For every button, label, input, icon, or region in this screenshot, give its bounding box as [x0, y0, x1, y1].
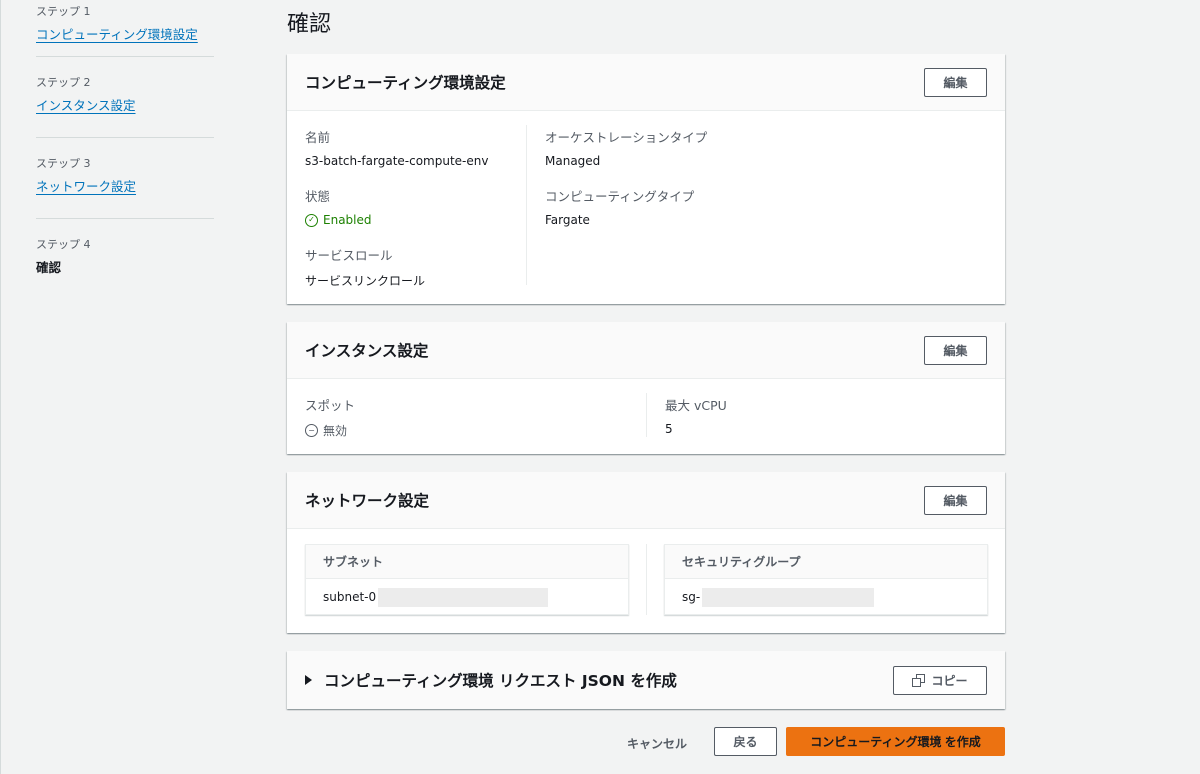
subnet-table: サブネット subnet-0	[305, 544, 629, 615]
create-compute-env-button[interactable]: コンピューティング環境 を作成	[786, 727, 1005, 756]
caret-right-icon[interactable]	[305, 675, 312, 685]
column-divider	[646, 544, 647, 615]
compute-type-value: Fargate	[545, 213, 590, 227]
card-title: ネットワーク設定	[305, 492, 430, 510]
wizard-step-4: ステップ 4 確認	[36, 233, 214, 288]
step-number: ステップ 3	[36, 157, 91, 170]
max-vcpu-field: 最大 vCPU 5	[665, 395, 727, 436]
security-group-table: セキュリティグループ sg-	[664, 544, 988, 615]
max-vcpu-label: 最大 vCPU	[665, 398, 727, 413]
redacted-block	[378, 587, 549, 607]
spot-value: − 無効	[305, 422, 347, 439]
copy-label: コピー	[931, 673, 968, 688]
copy-button[interactable]: コピー	[893, 665, 987, 695]
name-value: s3-batch-fargate-compute-env	[305, 154, 489, 168]
wizard-step-3: ステップ 3 ネットワーク設定	[36, 152, 214, 219]
card-body: スポット − 無効 最大 vCPU 5	[287, 379, 1005, 453]
instance-card: インスタンス設定 編集 スポット − 無効 最大 vCPU 5	[287, 322, 1005, 454]
card-title: コンピューティング環境設定	[305, 74, 506, 92]
request-json-section: コンピューティング環境 リクエスト JSON を作成 コピー	[287, 651, 1005, 709]
spot-label: スポット	[305, 398, 356, 413]
service-role-value: サービスリンクロール	[305, 274, 426, 288]
expandable-header[interactable]: コンピューティング環境 リクエスト JSON を作成 コピー	[287, 651, 1005, 709]
service-role-label: サービスロール	[305, 248, 393, 263]
name-field: 名前 s3-batch-fargate-compute-env	[305, 127, 488, 168]
max-vcpu-value: 5	[665, 422, 673, 436]
compute-env-card: コンピューティング環境設定 編集 名前 s3-batch-fargate-com…	[287, 54, 1005, 304]
state-value: ✓ Enabled	[305, 213, 372, 227]
step-link-network[interactable]: ネットワーク設定	[36, 179, 136, 194]
left-border	[0, 0, 1, 774]
card-header: コンピューティング環境設定 編集	[287, 54, 1005, 111]
security-group-value: sg-	[682, 590, 701, 604]
redacted-block	[702, 587, 875, 607]
service-role-field: サービスロール サービスリンクロール	[305, 245, 425, 289]
card-title: インスタンス設定	[305, 342, 429, 360]
wizard-steps: ステップ 1 コンピューティング環境設定 ステップ 2 インスタンス設定 ステッ…	[36, 0, 214, 302]
expandable-title[interactable]: コンピューティング環境 リクエスト JSON を作成	[305, 669, 677, 691]
subnet-header: サブネット	[306, 545, 628, 579]
state-label: 状態	[305, 189, 331, 204]
card-body: 名前 s3-batch-fargate-compute-env 状態 ✓ Ena…	[287, 111, 1005, 303]
orchestration-value: Managed	[545, 154, 601, 168]
form-actions: キャンセル 戻る コンピューティング環境 を作成	[0, 727, 1005, 757]
state-field: 状態 ✓ Enabled	[305, 186, 372, 227]
card-body: サブネット subnet-0 セキュリティグループ sg-	[287, 529, 1005, 632]
compute-type-label: コンピューティングタイプ	[545, 189, 695, 204]
step-number: ステップ 4	[36, 238, 91, 251]
subnet-row: subnet-0	[306, 579, 628, 615]
wizard-step-2: ステップ 2 インスタンス設定	[36, 71, 214, 138]
security-group-row: sg-	[665, 579, 987, 615]
edit-instance-button[interactable]: 編集	[924, 335, 987, 365]
card-header: インスタンス設定 編集	[287, 322, 1005, 379]
card-header: ネットワーク設定 編集	[287, 472, 1005, 529]
check-circle-icon: ✓	[305, 213, 318, 227]
column-divider	[526, 125, 527, 285]
state-text: Enabled	[323, 213, 372, 227]
name-label: 名前	[305, 130, 331, 145]
compute-type-field: コンピューティングタイプ Fargate	[545, 186, 694, 227]
subnet-value: subnet-0	[323, 590, 377, 604]
wizard-step-1: ステップ 1 コンピューティング環境設定	[36, 0, 214, 57]
copy-icon	[912, 674, 926, 687]
step-number: ステップ 2	[36, 76, 91, 89]
network-card: ネットワーク設定 編集 サブネット subnet-0 セキュリティグループ sg…	[287, 472, 1005, 633]
step-link-compute-env[interactable]: コンピューティング環境設定	[36, 27, 198, 42]
spot-field: スポット − 無効	[305, 395, 355, 439]
edit-network-button[interactable]: 編集	[924, 485, 987, 515]
security-group-header: セキュリティグループ	[665, 545, 987, 579]
step-link-instance[interactable]: インスタンス設定	[36, 98, 136, 113]
cancel-button[interactable]: キャンセル	[627, 735, 687, 752]
step-number: ステップ 1	[36, 5, 91, 18]
spot-text: 無効	[323, 424, 348, 438]
orchestration-field: オーケストレーションタイプ Managed	[545, 127, 707, 168]
column-divider	[646, 393, 647, 437]
edit-compute-env-button[interactable]: 編集	[924, 67, 987, 97]
step-current-review: 確認	[36, 260, 62, 275]
expandable-title-text: コンピューティング環境 リクエスト JSON を作成	[324, 672, 677, 690]
orchestration-label: オーケストレーションタイプ	[545, 130, 708, 145]
page-title: 確認	[287, 12, 332, 37]
minus-circle-icon: −	[305, 424, 318, 437]
back-button[interactable]: 戻る	[714, 727, 777, 756]
